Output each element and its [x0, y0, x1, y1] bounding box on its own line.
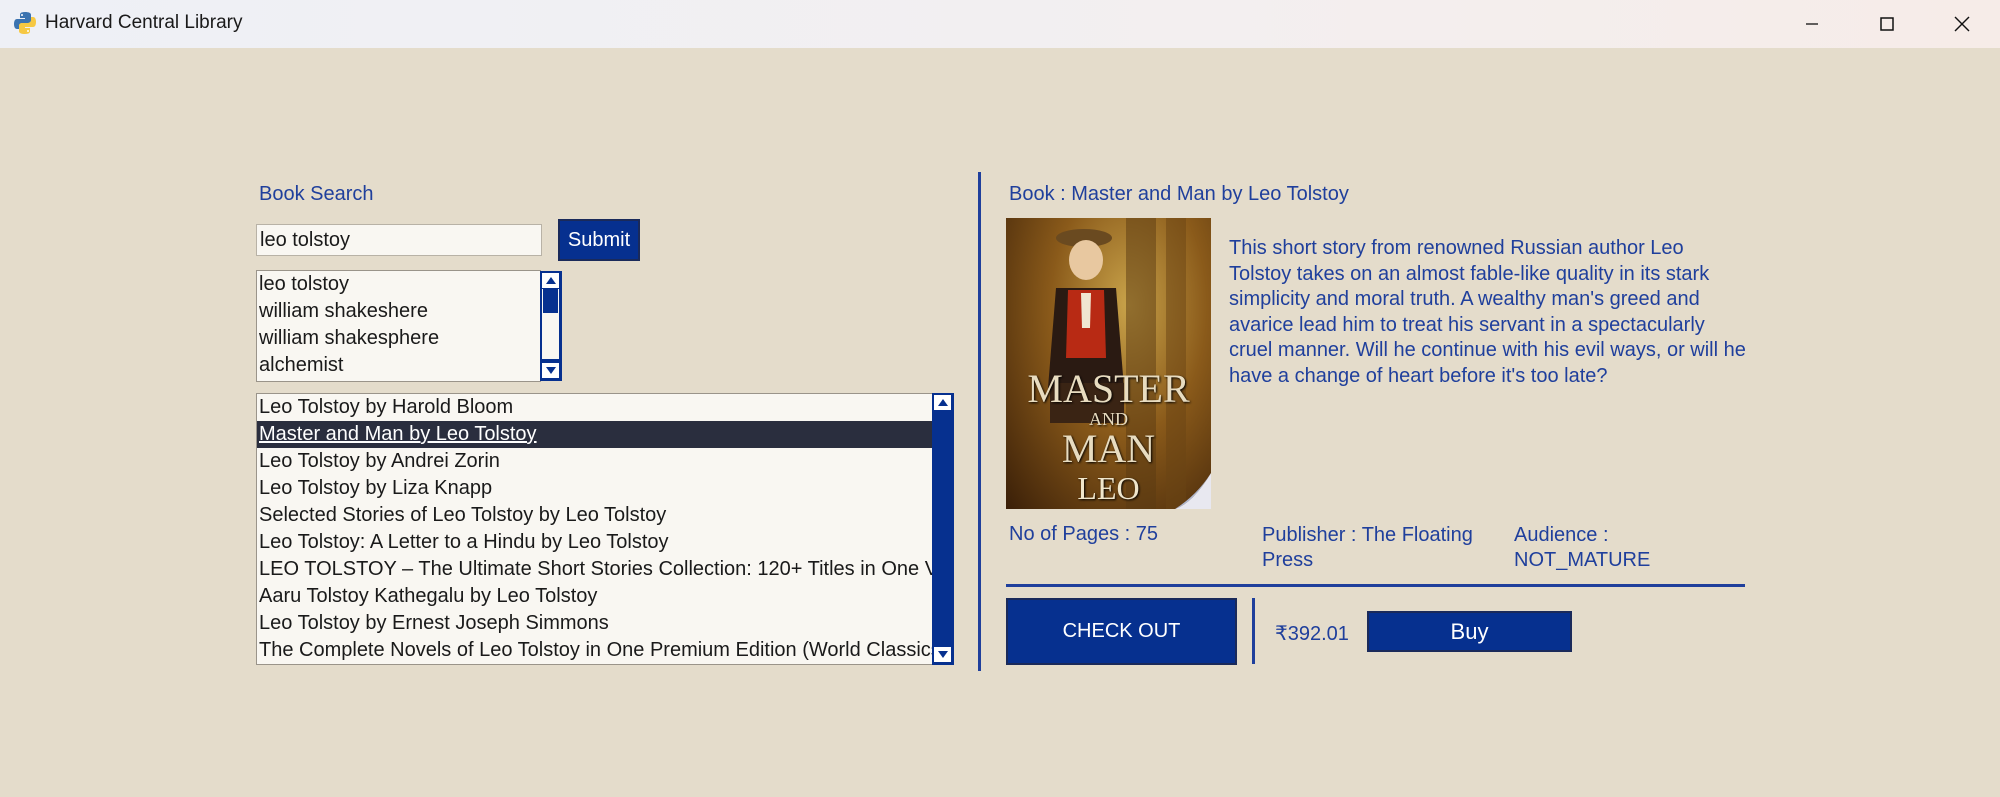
- chevron-up-icon: [545, 277, 556, 284]
- minimize-button[interactable]: [1775, 0, 1849, 48]
- list-item[interactable]: william shakeshere: [257, 298, 540, 325]
- scroll-down-arrow[interactable]: [934, 647, 951, 662]
- list-item[interactable]: The Complete Novels of Leo Tolstoy in On…: [257, 637, 932, 664]
- list-item[interactable]: Selected Stories of Leo Tolstoy by Leo T…: [257, 502, 932, 529]
- scrollbar-track[interactable]: [542, 289, 559, 359]
- chevron-down-icon: [545, 367, 556, 374]
- list-item[interactable]: william shakesphere: [257, 325, 540, 352]
- maximize-icon: [1880, 17, 1894, 31]
- checkout-button[interactable]: CHECK OUT: [1006, 598, 1237, 665]
- scroll-up-arrow[interactable]: [542, 273, 559, 288]
- book-search-heading: Book Search: [259, 183, 374, 205]
- search-history-scrollbar[interactable]: [540, 271, 562, 381]
- book-description: This short story from renowned Russian a…: [1229, 237, 1746, 387]
- list-item-selected[interactable]: Master and Man by Leo Tolstoy: [257, 421, 932, 448]
- scroll-down-arrow[interactable]: [542, 363, 559, 378]
- maximize-button[interactable]: [1850, 0, 1924, 48]
- results-scrollbar[interactable]: [932, 393, 954, 665]
- list-item[interactable]: LEO TOLSTOY – The Ultimate Short Stories…: [257, 556, 932, 583]
- cover-title-text: MASTER AND MAN: [1027, 366, 1190, 471]
- chevron-up-icon: [937, 399, 948, 406]
- book-cover-image: MASTER AND MAN LEO TOLSTOY: [1006, 218, 1211, 509]
- minimize-icon: [1806, 23, 1818, 25]
- publisher: Publisher : The Floating Press: [1262, 524, 1473, 571]
- list-item[interactable]: Leo Tolstoy by Harold Bloom: [257, 394, 932, 421]
- chevron-down-icon: [937, 651, 948, 658]
- buy-button[interactable]: Buy: [1367, 611, 1572, 652]
- list-item[interactable]: Leo Tolstoy: A Letter to a Hindu by Leo …: [257, 529, 932, 556]
- list-item[interactable]: leo tolstoy: [257, 271, 540, 298]
- submit-button[interactable]: Submit: [558, 219, 640, 261]
- scrollbar-thumb[interactable]: [543, 289, 558, 313]
- list-item[interactable]: alchemist: [257, 352, 540, 379]
- action-divider: [1252, 598, 1255, 664]
- search-history-list[interactable]: leo tolstoy william shakeshere william s…: [256, 270, 541, 382]
- price: ₹392.01: [1275, 623, 1349, 645]
- window-title: Harvard Central Library: [45, 12, 243, 33]
- list-item[interactable]: Leo Tolstoy by Andrei Zorin: [257, 448, 932, 475]
- details-divider: [1006, 584, 1745, 587]
- page-count: No of Pages : 75: [1009, 523, 1158, 545]
- page-curl-icon: [1175, 473, 1211, 509]
- list-item[interactable]: Leo Tolstoy by Ernest Joseph Simmons: [257, 610, 932, 637]
- audience: Audience : NOT_MATURE: [1514, 524, 1651, 571]
- results-list[interactable]: Leo Tolstoy by Harold Bloom Master and M…: [256, 393, 933, 665]
- search-input[interactable]: [256, 224, 542, 256]
- scroll-up-arrow[interactable]: [934, 395, 951, 410]
- close-icon: [1954, 16, 1970, 32]
- list-item[interactable]: Leo Tolstoy by Liza Knapp: [257, 475, 932, 502]
- close-button[interactable]: [1925, 0, 1999, 48]
- list-item[interactable]: Aaru Tolstoy Kathegalu by Leo Tolstoy: [257, 583, 932, 610]
- title-bar: Harvard Central Library: [0, 0, 2000, 48]
- panel-divider: [978, 172, 981, 671]
- book-title: Book : Master and Man by Leo Tolstoy: [1009, 183, 1349, 205]
- python-icon: [14, 12, 36, 34]
